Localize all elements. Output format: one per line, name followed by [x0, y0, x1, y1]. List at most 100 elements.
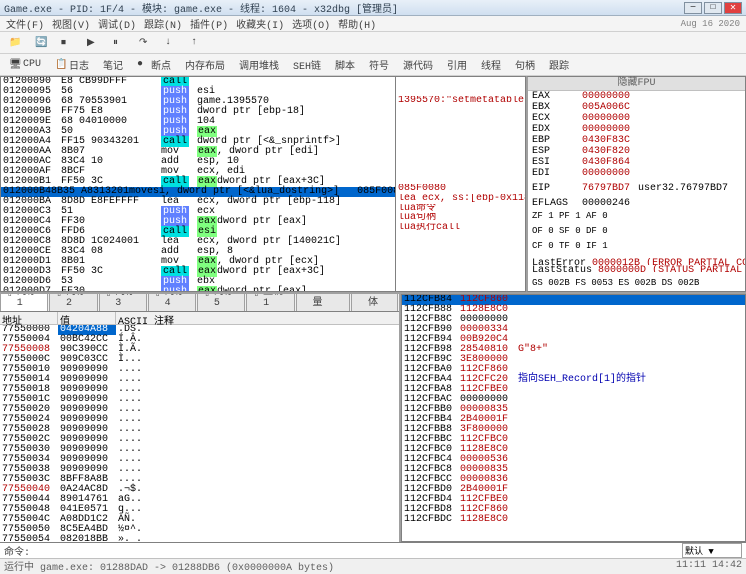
- stack-row[interactable]: 112CFBBC112CFBC0: [402, 435, 745, 445]
- stack-row[interactable]: 112CFB881128E8C0: [402, 305, 745, 315]
- reg-eflags[interactable]: EFLAGS 00000246: [528, 198, 745, 209]
- stack-row[interactable]: 112CFB84112CF860: [402, 295, 745, 305]
- disassembly-comments[interactable]: 1395570:"setmetatable(_G, {..085F0080lea…: [396, 76, 526, 292]
- tab-cpu[interactable]: 🖥CPU: [4, 57, 46, 73]
- reg-ebx[interactable]: EBX005A006C: [528, 102, 745, 113]
- stack-row[interactable]: 112CFBDC1128E8C0: [402, 515, 745, 525]
- menu-plugins[interactable]: 插件(P): [190, 16, 228, 32]
- tab-trace[interactable]: 跟踪: [544, 55, 574, 75]
- tab-threads[interactable]: 线程: [476, 55, 506, 75]
- stack-row[interactable]: 112CFB9000000334: [402, 325, 745, 335]
- dump-tab-6[interactable]: ▫局部变量: [296, 294, 351, 311]
- tab-log[interactable]: 📋日志: [50, 55, 94, 75]
- disasm-comment[interactable]: lea ecx, ss:[ebp-0x118]: [396, 194, 525, 204]
- reg-esi[interactable]: ESI0430F864: [528, 157, 745, 168]
- dump-tab-1[interactable]: ▫内存 2: [49, 294, 97, 311]
- disasm-row[interactable]: 012000D7FF30pusheaxdword ptr [eax]: [1, 287, 395, 291]
- tab-breakpoints[interactable]: ●断点: [132, 55, 176, 75]
- tab-script[interactable]: 脚本: [330, 55, 360, 75]
- reg-ecx[interactable]: ECX00000000: [528, 113, 745, 124]
- tab-memory[interactable]: 内存布局: [180, 55, 230, 75]
- stack-row[interactable]: 112CFBD8112CF860: [402, 505, 745, 515]
- disasm-comment[interactable]: [396, 126, 525, 136]
- disasm-comment[interactable]: 085F0080: [396, 184, 525, 194]
- reg-edx[interactable]: EDX00000000: [528, 124, 745, 135]
- step-over-button[interactable]: ↷: [134, 35, 156, 51]
- disasm-comment[interactable]: [396, 281, 525, 291]
- disasm-comment[interactable]: [396, 116, 525, 126]
- menu-file[interactable]: 文件(F): [6, 16, 44, 32]
- registers-panel[interactable]: 隐藏FPU EAX00000000EBX005A006CECX00000000E…: [526, 76, 746, 292]
- stack-row[interactable]: 112CFB8C00000000: [402, 315, 745, 325]
- dump-tab-2[interactable]: ▫内存 3: [99, 294, 147, 311]
- dump-hdr-addr[interactable]: 地址: [0, 312, 58, 324]
- disasm-comment[interactable]: lua句柄: [396, 213, 525, 223]
- stack-row[interactable]: 112CFBA8112CFBE0: [402, 385, 745, 395]
- menu-help[interactable]: 帮助(H): [338, 16, 376, 32]
- menu-debug[interactable]: 调试(D): [98, 16, 136, 32]
- tab-notes[interactable]: 笔记: [98, 55, 128, 75]
- menu-view[interactable]: 视图(V): [52, 16, 90, 32]
- stack-row[interactable]: 112CFB9400B920C4: [402, 335, 745, 345]
- disasm-comment[interactable]: [396, 233, 525, 243]
- stack-row[interactable]: 112CFBD02B40001F: [402, 485, 745, 495]
- stack-row[interactable]: 112CFBC400000536: [402, 455, 745, 465]
- stack-row[interactable]: 112CFBB000000835: [402, 405, 745, 415]
- disasm-comment[interactable]: [396, 155, 525, 165]
- stack-row[interactable]: 112CFBAC00000000: [402, 395, 745, 405]
- disasm-comment[interactable]: [396, 77, 525, 87]
- disasm-comment[interactable]: lua执行call: [396, 223, 525, 233]
- dump-body[interactable]: 7755000004204A88.DS.7755000400BC42CCÍ.Â.…: [0, 325, 399, 542]
- disasm-comment[interactable]: [396, 165, 525, 175]
- tab-symbols[interactable]: 符号: [364, 55, 394, 75]
- dump-tab-7[interactable]: ▫结构体: [351, 294, 398, 311]
- dump-row[interactable]: 77550054082018BB». .: [0, 535, 399, 542]
- dump-hdr-ascii[interactable]: ASCII 注释: [116, 312, 399, 324]
- step-into-button[interactable]: ↓: [160, 35, 182, 51]
- tab-source[interactable]: 源代码: [398, 55, 438, 75]
- tab-references[interactable]: 引用: [442, 55, 472, 75]
- stack-panel[interactable]: 112CFB84112CF860112CFB881128E8C0112CFB8C…: [401, 294, 746, 542]
- reg-esp[interactable]: ESP0430F820: [528, 146, 745, 157]
- stack-row[interactable]: 112CFBA4112CFC20指向SEH_Record[1]的指针: [402, 375, 745, 385]
- disasm-comment[interactable]: [396, 272, 525, 282]
- menu-options[interactable]: 选项(O): [292, 16, 330, 32]
- reg-edi[interactable]: EDI00000000: [528, 168, 745, 179]
- dump-tab-0[interactable]: ▫内存 1: [0, 294, 48, 311]
- regs-title[interactable]: 隐藏FPU: [528, 77, 745, 91]
- cmd-input[interactable]: [34, 545, 682, 556]
- pause-button[interactable]: ⏸: [108, 35, 130, 51]
- reg-ebp[interactable]: EBP0430F83C: [528, 135, 745, 146]
- disasm-comment[interactable]: [396, 262, 525, 272]
- minimize-button[interactable]: ─: [684, 2, 702, 14]
- menu-trace[interactable]: 跟踪(N): [144, 16, 182, 32]
- stack-row[interactable]: 112CFB9828540810G"8+": [402, 345, 745, 355]
- reg-eip[interactable]: EIP 76797BD7 user32.76797BD7: [528, 183, 745, 194]
- reg-eax[interactable]: EAX00000000: [528, 91, 745, 102]
- disasm-comment[interactable]: lua命令: [396, 204, 525, 214]
- close-button[interactable]: ✕: [724, 2, 742, 14]
- stack-row[interactable]: 112CFBB83F800000: [402, 425, 745, 435]
- disasm-comment[interactable]: [396, 106, 525, 116]
- dump-tab-4[interactable]: ▫内存 5: [197, 294, 245, 311]
- stack-row[interactable]: 112CFBCC00000836: [402, 475, 745, 485]
- stack-row[interactable]: 112CFBC800000835: [402, 465, 745, 475]
- stack-row[interactable]: 112CFB9C3E800000: [402, 355, 745, 365]
- stack-row[interactable]: 112CFBC01128E8C0: [402, 445, 745, 455]
- cmd-combo[interactable]: 默认 ▼: [682, 543, 742, 558]
- dump-hdr-val[interactable]: 值: [58, 312, 116, 324]
- tab-callstack[interactable]: 调用堆栈: [234, 55, 284, 75]
- disasm-comment[interactable]: [396, 145, 525, 155]
- stop-button[interactable]: ⏹: [56, 35, 78, 51]
- disasm-comment[interactable]: [396, 87, 525, 97]
- dump-tab-3[interactable]: ▫内存 4: [148, 294, 196, 311]
- open-button[interactable]: 📁: [4, 35, 26, 51]
- step-out-button[interactable]: ↑: [186, 35, 208, 51]
- menu-favorites[interactable]: 收藏夹(I): [236, 16, 284, 32]
- stack-row[interactable]: 112CFBB42B40001F: [402, 415, 745, 425]
- disasm-comment[interactable]: [396, 242, 525, 252]
- disasm-comment[interactable]: [396, 174, 525, 184]
- disasm-comment[interactable]: [396, 252, 525, 262]
- tab-seh[interactable]: SEH链: [288, 55, 326, 75]
- run-button[interactable]: ▶: [82, 35, 104, 51]
